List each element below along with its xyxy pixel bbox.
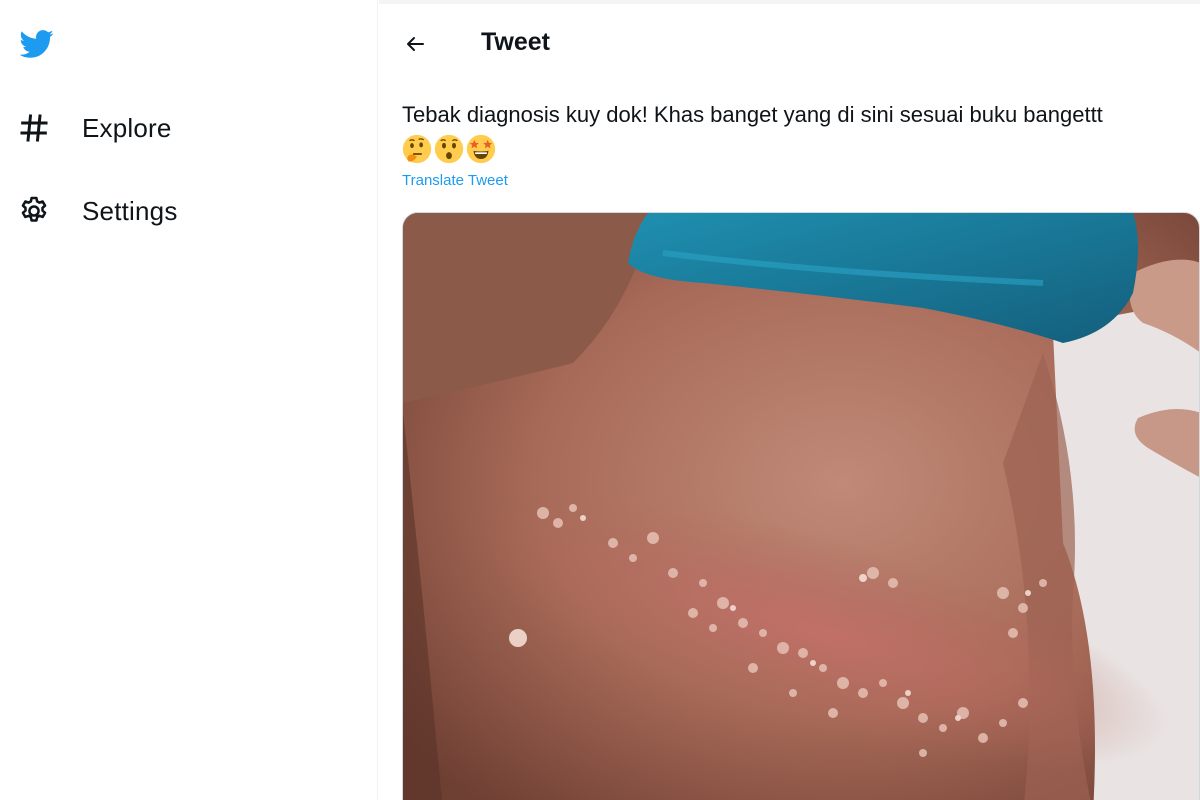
translate-tweet-link[interactable]: Translate Tweet (402, 172, 508, 189)
gear-icon (14, 191, 54, 231)
sidebar-item-label: Explore (82, 112, 172, 143)
page-title: Tweet (481, 28, 550, 56)
tweet-text: Tebak diagnosis kuy dok! Khas banget yan… (402, 102, 1103, 127)
sidebar-item-explore[interactable]: Explore (14, 104, 192, 152)
tweet-media-photo[interactable] (402, 212, 1200, 800)
thinking-face-emoji (402, 134, 432, 164)
hushed-face-emoji (434, 134, 464, 164)
sidebar-item-settings[interactable]: Settings (14, 187, 198, 235)
tweet-emojis (402, 134, 496, 166)
page-header: Tweet (379, 0, 1200, 86)
back-button[interactable] (395, 24, 435, 64)
twitter-app: Explore Settings Tweet Tebak diagnosis k… (0, 0, 1200, 800)
sidebar-item-label: Settings (82, 195, 178, 226)
star-struck-emoji (466, 134, 496, 164)
arrow-left-icon (407, 37, 424, 51)
hashtag-icon (14, 108, 54, 148)
tweet-detail-column: Tweet Tebak diagnosis kuy dok! Khas bang… (379, 0, 1200, 800)
sidebar: Explore Settings (0, 0, 378, 800)
twitter-bird-icon[interactable] (16, 26, 56, 62)
